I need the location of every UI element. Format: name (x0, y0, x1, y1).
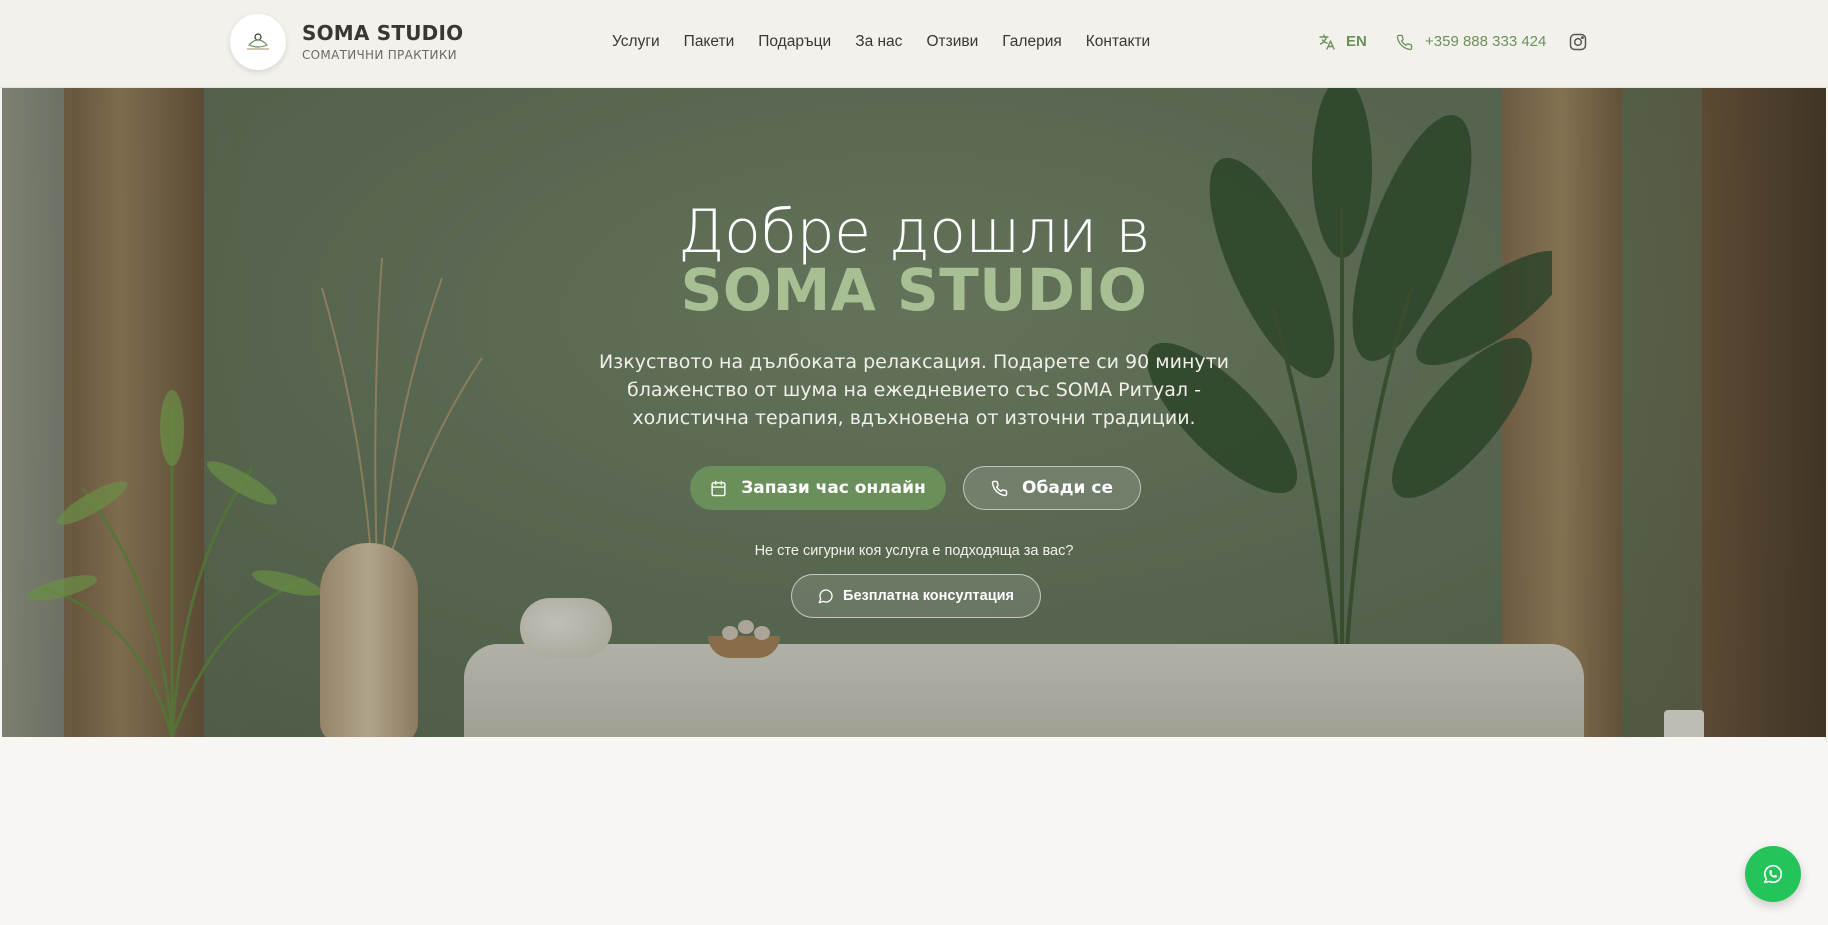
call-label: Обади се (1022, 478, 1113, 498)
header-phone-link[interactable]: +359 888 333 424 (1396, 30, 1546, 54)
phone-icon (991, 480, 1008, 496)
nav-item-services[interactable]: Услуги (612, 30, 660, 54)
hero-description: Изкуството на дълбоката релаксация. Пода… (598, 351, 1230, 429)
phone-number: +359 888 333 424 (1425, 33, 1547, 50)
brand-title: SOMA STUDIO (302, 21, 464, 45)
language-switch[interactable]: EN (1318, 30, 1367, 54)
instagram-icon[interactable] (1568, 32, 1588, 52)
hero-content: Добре дошли в SOMA STUDIO Изкуството на … (2, 88, 1826, 737)
lotus-logo-icon (247, 33, 269, 50)
hero-brand-name: SOMA STUDIO (680, 256, 1148, 324)
call-button[interactable]: Обади се (963, 466, 1141, 510)
consultation-prompt: Не сте сигурни коя услуга е подходяща за… (754, 543, 1074, 559)
translate-icon (1319, 34, 1335, 50)
brand-text: SOMA STUDIO СОМАТИЧНИ ПРАКТИКИ (302, 21, 463, 63)
hero-title: Добре дошли в (677, 197, 1151, 267)
book-online-label: Запази час онлайн (741, 478, 926, 498)
language-label: EN (1346, 33, 1367, 50)
main-nav: Услуги Пакети Подаръци За нас Отзиви Гал… (612, 30, 1174, 54)
book-online-button[interactable]: Запази час онлайн (690, 466, 946, 510)
nav-item-about[interactable]: За нас (855, 30, 902, 54)
site-header: SOMA STUDIO СОМАТИЧНИ ПРАКТИКИ Услуги Па… (0, 0, 1828, 88)
calendar-icon (711, 480, 726, 496)
phone-icon (1396, 34, 1413, 50)
brand-subtitle: СОМАТИЧНИ ПРАКТИКИ (302, 48, 457, 62)
nav-item-reviews[interactable]: Отзиви (926, 30, 978, 54)
logo[interactable] (230, 14, 286, 70)
brand[interactable]: SOMA STUDIO СОМАТИЧНИ ПРАКТИКИ (230, 14, 463, 70)
whatsapp-icon (1763, 865, 1783, 884)
free-consultation-label: Безплатна консултация (843, 588, 1014, 604)
whatsapp-float-button[interactable] (1745, 846, 1801, 902)
free-consultation-button[interactable]: Безплатна консултация (791, 574, 1041, 618)
nav-item-packages[interactable]: Пакети (684, 30, 735, 54)
nav-item-gifts[interactable]: Подаръци (758, 30, 831, 54)
nav-item-gallery[interactable]: Галерия (1002, 30, 1061, 54)
hero-section: Добре дошли в SOMA STUDIO Изкуството на … (2, 88, 1826, 737)
nav-item-contacts[interactable]: Контакти (1086, 30, 1150, 54)
chat-bubble-icon (818, 589, 833, 604)
